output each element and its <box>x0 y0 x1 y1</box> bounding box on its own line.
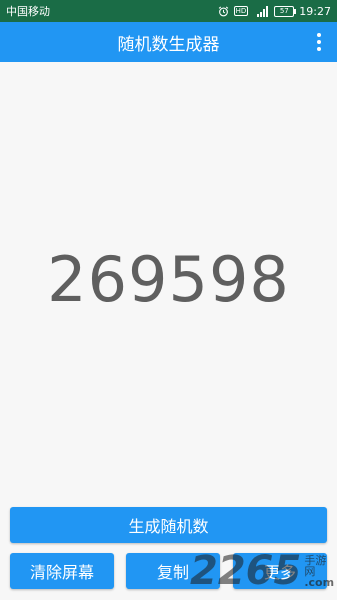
signal-icon <box>253 5 269 17</box>
menu-dot <box>317 33 321 37</box>
status-bar: 中国移动 HD 57 19:27 <box>0 0 337 22</box>
copy-button[interactable]: 复制 <box>126 553 220 589</box>
more-vert-icon[interactable] <box>311 30 327 54</box>
generate-button[interactable]: 生成随机数 <box>10 507 327 543</box>
alarm-icon <box>218 6 229 17</box>
carrier-label: 中国移动 <box>6 5 50 18</box>
more-button[interactable]: 更多 <box>233 553 327 589</box>
status-icons: HD 57 19:27 <box>218 5 331 18</box>
hd-badge: HD <box>233 6 249 16</box>
battery-icon: 57 <box>274 5 297 17</box>
clear-screen-button[interactable]: 清除屏幕 <box>10 553 114 589</box>
random-number-display: 269598 <box>47 243 290 316</box>
clock-time: 19:27 <box>299 4 331 18</box>
menu-dot <box>317 40 321 44</box>
app-title: 随机数生成器 <box>117 34 220 55</box>
menu-dot <box>317 47 321 51</box>
app-bar: 随机数生成器 <box>0 22 337 62</box>
